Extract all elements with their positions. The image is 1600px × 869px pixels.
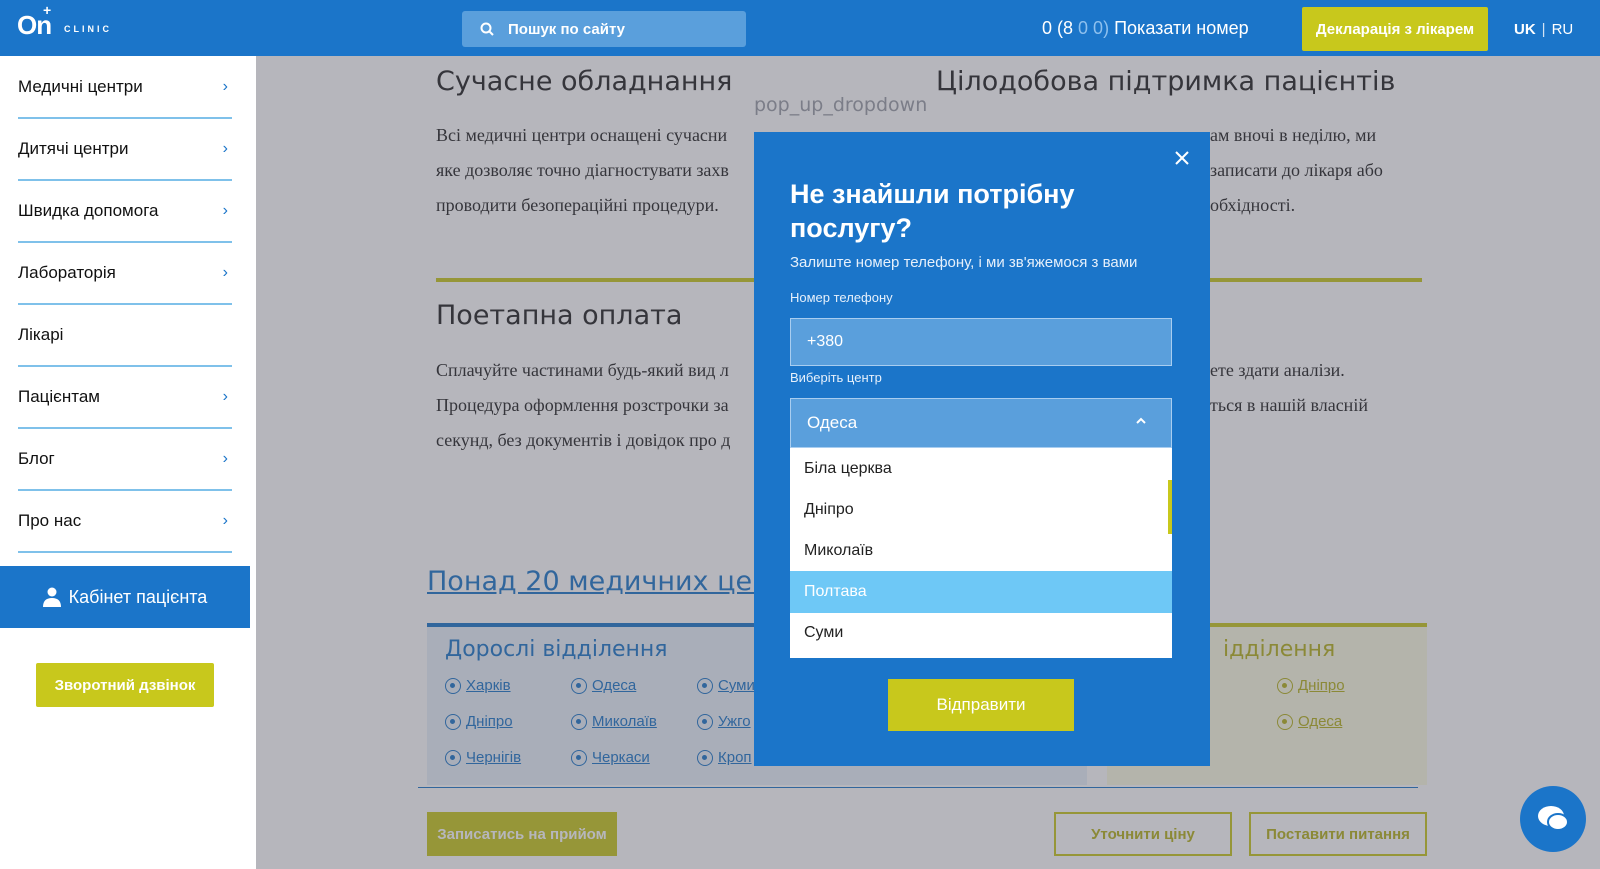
sidebar-item-label: Блог: [18, 448, 55, 468]
dropdown-option-poltava[interactable]: Полтава: [790, 571, 1172, 613]
patient-cabinet-button[interactable]: Кабінет пацієнта: [0, 566, 250, 628]
chat-button[interactable]: [1520, 786, 1586, 852]
sidebar-nav: Медичні центри › Дитячі центри › Швидка …: [0, 56, 256, 869]
sidebar-item-label: Про нас: [18, 510, 82, 530]
sidebar-item-label: Пацієнтам: [18, 386, 100, 406]
chevron-right-icon: ›: [222, 140, 228, 157]
sidebar-item-patients[interactable]: Пацієнтам ›: [18, 366, 232, 429]
lang-uk[interactable]: UK: [1514, 21, 1536, 38]
dropdown-scrollbar[interactable]: [1168, 480, 1172, 534]
site-logo[interactable]: On +: [17, 2, 52, 41]
chevron-right-icon: ›: [222, 202, 228, 219]
sidebar-item-label: Лікарі: [18, 324, 64, 344]
sidebar-item-doctors[interactable]: Лікарі: [18, 304, 232, 367]
sidebar-item-laboratory[interactable]: Лабораторія ›: [18, 242, 232, 305]
site-search[interactable]: Пошук по сайту: [462, 11, 746, 47]
lang-ru[interactable]: RU: [1552, 21, 1574, 38]
language-switcher: UK | RU: [1514, 21, 1573, 38]
search-label: Пошук по сайту: [508, 20, 626, 38]
modal-title: Не знайшли потрібну послугу?: [790, 179, 1075, 243]
center-select[interactable]: Одеса: [790, 398, 1172, 448]
callback-button[interactable]: Зворотний дзвінок: [36, 663, 214, 707]
popup-label: pop_up_dropdown: [754, 94, 928, 116]
sidebar-item-label: Дитячі центри: [18, 138, 129, 158]
sidebar-item-emergency[interactable]: Швидка допомога ›: [18, 180, 232, 243]
sidebar-item-about[interactable]: Про нас ›: [18, 490, 232, 553]
phone-hidden-digits: 0 0): [1078, 18, 1110, 38]
phone-prefix: 0 (8: [1042, 18, 1074, 38]
center-dropdown-list: Біла церква Дніпро Миколаїв Полтава Суми: [790, 448, 1172, 658]
logo-subtitle: CLINIC: [64, 24, 112, 34]
cabinet-label: Кабінет пацієнта: [68, 586, 208, 607]
chevron-right-icon: ›: [222, 450, 228, 467]
sidebar-item-label: Медичні центри: [18, 76, 143, 96]
phone-reveal[interactable]: 0 (8 0 0) Показати номер: [1042, 18, 1249, 39]
chevron-right-icon: ›: [222, 78, 228, 95]
user-icon: [42, 587, 61, 607]
phone-input[interactable]: [790, 318, 1172, 366]
dropdown-option-bila-tserkva[interactable]: Біла церква: [790, 448, 1172, 490]
chevron-right-icon: ›: [222, 388, 228, 405]
search-icon: [480, 22, 494, 36]
close-icon[interactable]: [1172, 148, 1192, 168]
declaration-button[interactable]: Декларація з лікарем: [1302, 7, 1488, 51]
logo-plus-icon: +: [43, 2, 51, 18]
center-field-label: Виберіть центр: [790, 370, 882, 385]
site-header: On + CLINIC Пошук по сайту 0 (8 0 0) Пок…: [0, 0, 1600, 56]
dropdown-option-dnipro[interactable]: Дніпро: [790, 489, 1172, 531]
sidebar-item-blog[interactable]: Блог ›: [18, 428, 232, 491]
chat-icon: [1538, 806, 1569, 831]
chevron-right-icon: ›: [222, 512, 228, 529]
modal-subtitle: Залиште номер телефону, і ми зв'яжемося …: [790, 254, 1138, 271]
dropdown-option-mykolaiv[interactable]: Миколаїв: [790, 530, 1172, 572]
submit-button[interactable]: Відправити: [888, 679, 1074, 731]
chevron-up-icon: [1136, 417, 1146, 424]
sidebar-item-medical-centers[interactable]: Медичні центри ›: [18, 56, 232, 119]
callback-modal: Не знайшли потрібну послугу? Залиште ном…: [754, 132, 1210, 766]
phone-field-label: Номер телефону: [790, 290, 893, 305]
sidebar-item-label: Лабораторія: [18, 262, 116, 282]
dropdown-option-sumy[interactable]: Суми: [790, 612, 1172, 654]
phone-action-label: Показати номер: [1114, 18, 1249, 38]
chevron-right-icon: ›: [222, 264, 228, 281]
lang-separator: |: [1541, 21, 1546, 38]
sidebar-item-children-centers[interactable]: Дитячі центри ›: [18, 118, 232, 181]
sidebar-item-label: Швидка допомога: [18, 200, 159, 220]
selected-center: Одеса: [807, 413, 858, 432]
